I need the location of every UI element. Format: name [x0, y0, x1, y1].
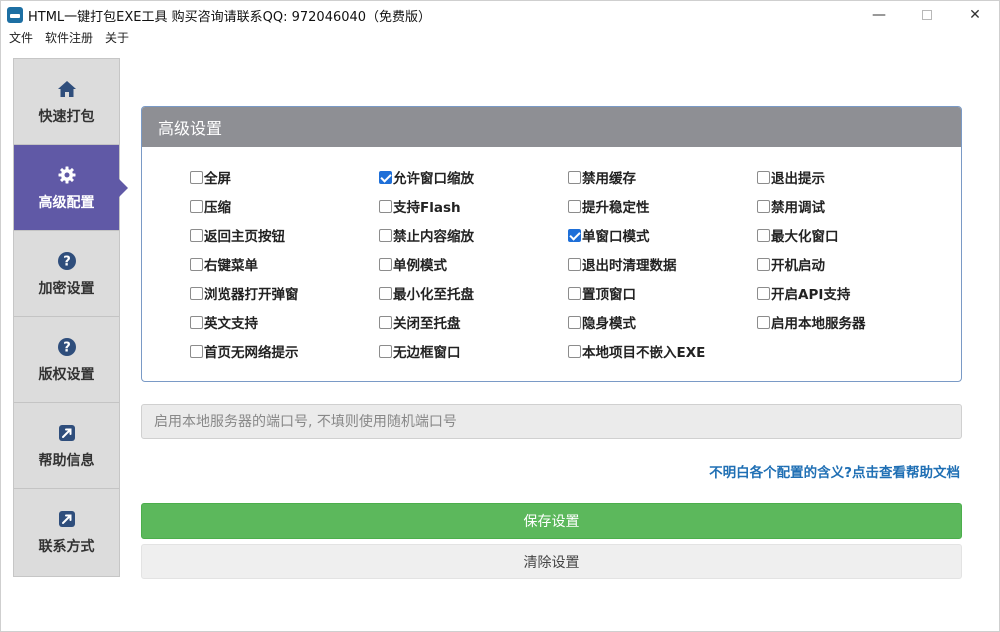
sidebar-item-label: 高级配置: [38, 194, 95, 211]
option-english-support[interactable]: 英文支持: [190, 312, 258, 332]
options-grid: 全屏 压缩 返回主页按钮 右键菜单 浏览器打开弹窗 英文支持 首页无网络提示 允…: [142, 147, 961, 381]
checkbox[interactable]: [190, 199, 203, 213]
close-button[interactable]: ✕: [951, 1, 999, 29]
checkbox[interactable]: [757, 170, 770, 184]
option-singleton[interactable]: 单例模式: [379, 254, 447, 274]
question-circle-icon: ?: [56, 250, 78, 272]
option-clear-on-exit[interactable]: 退出时清理数据: [568, 254, 677, 274]
option-compress[interactable]: 压缩: [190, 196, 231, 216]
checkbox[interactable]: [568, 344, 581, 358]
checkbox[interactable]: [190, 170, 203, 184]
option-maximize[interactable]: 最大化窗口: [757, 225, 839, 245]
sidebar-item-encryption[interactable]: ? 加密设置: [14, 231, 119, 317]
sidebar-item-help[interactable]: 帮助信息: [14, 403, 119, 489]
option-stability[interactable]: 提升稳定性: [568, 196, 650, 216]
sidebar-item-label: 帮助信息: [38, 452, 95, 469]
sidebar-item-advanced-config[interactable]: 高级配置: [14, 145, 128, 231]
port-input[interactable]: [141, 404, 962, 439]
sidebar-item-copyright[interactable]: ? 版权设置: [14, 317, 119, 403]
advanced-settings-panel: 高级设置 全屏 压缩 返回主页按钮 右键菜单 浏览器打开弹窗 英文支持 首页无网…: [141, 106, 962, 382]
window-controls: — ✕: [855, 1, 999, 29]
checkbox[interactable]: [757, 286, 770, 300]
option-close-tray[interactable]: 关闭至托盘: [379, 312, 461, 332]
minimize-button[interactable]: —: [855, 1, 903, 29]
panel-title: 高级设置: [142, 107, 961, 147]
option-single-window[interactable]: 单窗口模式: [568, 225, 650, 245]
option-no-embed[interactable]: 本地项目不嵌入EXE: [568, 341, 705, 361]
checkbox[interactable]: [757, 199, 770, 213]
window-title: HTML一键打包EXE工具 购买咨询请联系QQ: 972046040（免费版）: [28, 9, 432, 25]
maximize-button[interactable]: [903, 1, 951, 29]
checkbox[interactable]: [568, 170, 581, 184]
sidebar-item-label: 加密设置: [38, 280, 95, 297]
clear-settings-button[interactable]: 清除设置: [141, 544, 962, 579]
option-disable-debug[interactable]: 禁用调试: [757, 196, 825, 216]
checkbox[interactable]: [190, 257, 203, 271]
option-fullscreen[interactable]: 全屏: [190, 167, 231, 187]
checkbox[interactable]: [757, 257, 770, 271]
checkbox[interactable]: [568, 315, 581, 329]
checkbox[interactable]: [379, 315, 392, 329]
checkbox[interactable]: [379, 199, 392, 213]
checkbox[interactable]: [190, 315, 203, 329]
option-no-network-tip[interactable]: 首页无网络提示: [190, 341, 299, 361]
close-icon: ✕: [969, 7, 981, 23]
question-circle-icon: ?: [56, 336, 78, 358]
option-flash[interactable]: 支持Flash: [379, 196, 461, 216]
menu-register[interactable]: 软件注册: [45, 29, 93, 46]
external-link-icon: [56, 508, 78, 530]
sidebar-item-label: 联系方式: [38, 539, 95, 555]
checkbox[interactable]: [568, 199, 581, 213]
sidebar-item-label: 版权设置: [38, 366, 95, 383]
app-window: HTML一键打包EXE工具 购买咨询请联系QQ: 972046040（免费版） …: [0, 0, 1000, 632]
sidebar-item-label: 快速打包: [38, 108, 95, 125]
checkbox[interactable]: [190, 228, 203, 242]
checkbox[interactable]: [379, 344, 392, 358]
gear-icon: [56, 164, 78, 186]
option-context-menu[interactable]: 右键菜单: [190, 254, 258, 274]
save-settings-button[interactable]: 保存设置: [141, 503, 962, 539]
checkbox[interactable]: [568, 257, 581, 271]
checkbox[interactable]: [190, 344, 203, 358]
svg-text:?: ?: [63, 254, 71, 269]
checkbox[interactable]: [568, 228, 581, 242]
option-minimize-tray[interactable]: 最小化至托盘: [379, 283, 474, 303]
menu-file[interactable]: 文件: [9, 29, 33, 46]
checkbox[interactable]: [379, 286, 392, 300]
option-frameless[interactable]: 无边框窗口: [379, 341, 461, 361]
checkbox[interactable]: [379, 228, 392, 242]
option-exit-prompt[interactable]: 退出提示: [757, 167, 825, 187]
sidebar-item-quick-pack[interactable]: 快速打包: [14, 59, 119, 145]
option-disable-cache[interactable]: 禁用缓存: [568, 167, 636, 187]
app-icon: [7, 7, 23, 23]
option-stealth[interactable]: 隐身模式: [568, 312, 636, 332]
checkbox[interactable]: [757, 315, 770, 329]
maximize-icon: [922, 10, 932, 20]
option-autostart[interactable]: 开机启动: [757, 254, 825, 274]
checkbox[interactable]: [757, 228, 770, 242]
option-allow-resize[interactable]: 允许窗口缩放: [379, 167, 474, 187]
home-icon: [56, 78, 78, 100]
option-home-button[interactable]: 返回主页按钮: [190, 225, 285, 245]
option-disable-zoom[interactable]: 禁止内容缩放: [379, 225, 474, 245]
checkbox[interactable]: [379, 257, 392, 271]
checkbox[interactable]: [190, 286, 203, 300]
title-bar[interactable]: HTML一键打包EXE工具 购买咨询请联系QQ: 972046040（免费版） …: [1, 1, 999, 29]
option-api-support[interactable]: 开启API支持: [757, 283, 850, 303]
checkbox[interactable]: [379, 170, 392, 184]
sidebar-item-contact[interactable]: 联系方式: [14, 489, 119, 575]
minimize-icon: —: [872, 7, 886, 23]
option-always-on-top[interactable]: 置顶窗口: [568, 283, 636, 303]
external-link-icon: [56, 422, 78, 444]
svg-text:?: ?: [63, 340, 71, 355]
option-local-server[interactable]: 启用本地服务器: [757, 312, 866, 332]
help-doc-link[interactable]: 不明白各个配置的含义?点击查看帮助文档: [709, 461, 960, 481]
checkbox[interactable]: [568, 286, 581, 300]
menu-about[interactable]: 关于: [105, 29, 129, 46]
option-browser-popup[interactable]: 浏览器打开弹窗: [190, 283, 299, 303]
sidebar: 快速打包 高级配置 ? 加密设置 ? 版权设置 帮助信息 联系方式: [13, 58, 128, 577]
menu-bar: 文件 软件注册 关于: [1, 27, 133, 47]
